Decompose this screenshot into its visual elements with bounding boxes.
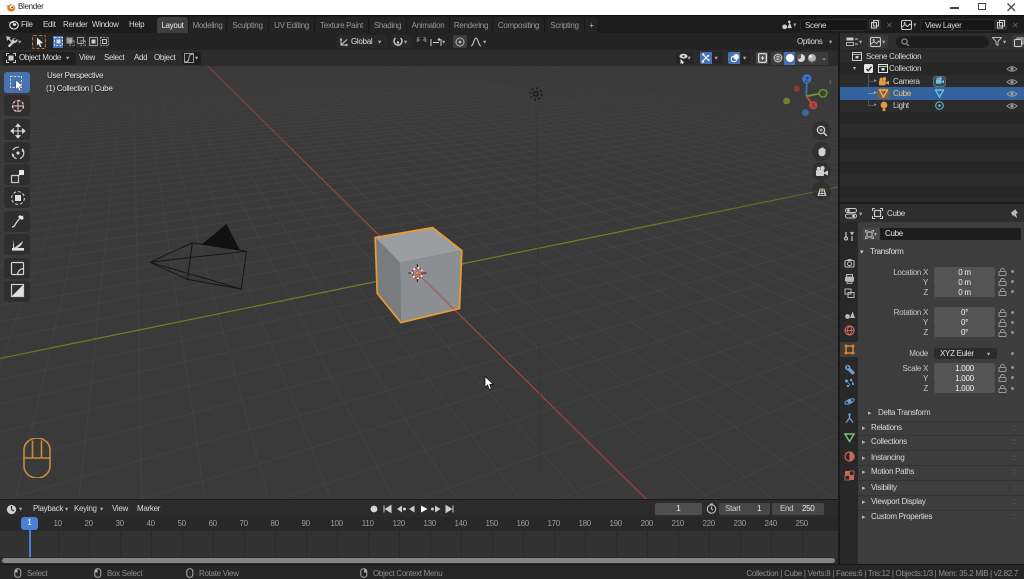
svg-text:X: X (811, 104, 815, 110)
svg-text:Z: Z (805, 76, 809, 83)
